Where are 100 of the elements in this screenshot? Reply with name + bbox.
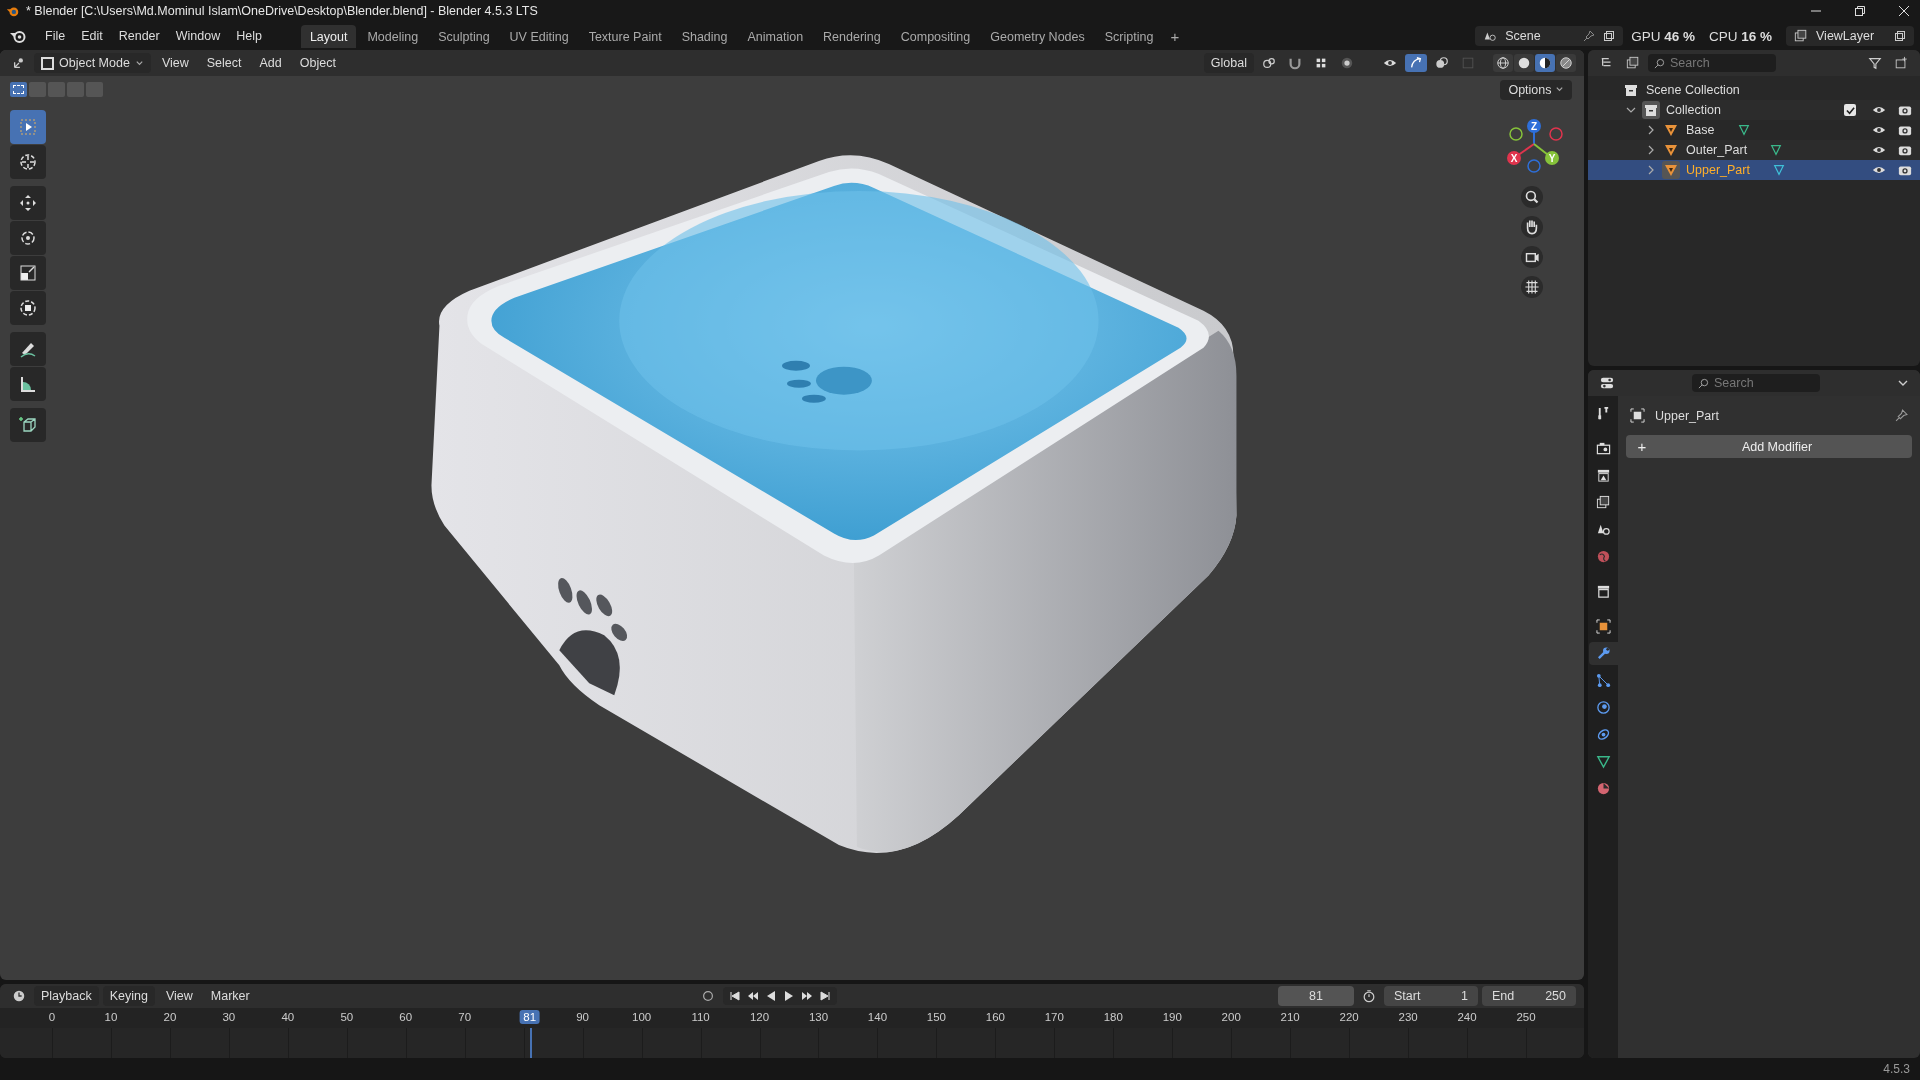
tool-button[interactable] (10, 408, 46, 442)
clock-icon[interactable] (11, 989, 27, 1003)
menu-item[interactable]: Marker (203, 986, 257, 1006)
playhead-frame[interactable]: 81 (519, 1010, 541, 1024)
zoom-icon[interactable] (1521, 186, 1543, 208)
overlays-icon[interactable] (1434, 56, 1450, 70)
workspace-tab[interactable]: Rendering (814, 24, 890, 48)
gizmo-toggle[interactable] (1405, 54, 1427, 72)
menu-item[interactable]: Select (199, 53, 249, 73)
object-name: Upper_Part (1686, 163, 1750, 177)
outliner-row[interactable]: Upper_Part (1588, 160, 1920, 180)
exclude-checkbox[interactable] (1844, 104, 1856, 116)
menu-item[interactable]: Window (168, 26, 228, 46)
object-name: Upper_Part (1655, 408, 1719, 423)
caret-icon (1555, 85, 1564, 94)
search-field[interactable]: Search (1692, 374, 1820, 392)
menu-item[interactable]: Object (292, 53, 343, 73)
toggles-icon[interactable] (1599, 376, 1615, 390)
start-frame-field[interactable]: Start 1 (1384, 986, 1478, 1006)
workspace-tab[interactable]: Modeling (358, 24, 428, 48)
new-collection-icon[interactable] (1893, 56, 1909, 70)
selection-mode-button[interactable] (10, 82, 27, 97)
menu-item[interactable]: File (38, 26, 73, 46)
duplicate-icon[interactable] (1894, 30, 1906, 42)
stopwatch-icon[interactable] (1361, 989, 1377, 1003)
menu-item[interactable]: Edit (74, 26, 110, 46)
app-logo-icon[interactable] (10, 28, 26, 44)
workspace-tab[interactable]: Scripting (1095, 24, 1163, 48)
jump-end-icon[interactable] (819, 990, 832, 1002)
object-icon (1630, 408, 1645, 423)
pin-icon[interactable] (1895, 409, 1908, 422)
workspace-tab[interactable]: Layout (300, 24, 357, 48)
properties-tab[interactable] (1588, 642, 1618, 665)
menu-item[interactable]: View (154, 53, 196, 73)
filter-icon[interactable] (1867, 56, 1883, 70)
shading-button[interactable] (1535, 54, 1555, 72)
tool-button[interactable] (10, 145, 46, 179)
menu-item[interactable]: Render (111, 26, 167, 46)
grid-icon[interactable] (1521, 276, 1543, 298)
window-title: * Blender [C:\Users\Md.Mominul Islam\OneDrive\Desktop\Blender.blend] - Blender 4.5.3 LTS (26, 4, 538, 18)
tool-button[interactable] (10, 291, 46, 325)
tool-button[interactable] (10, 256, 46, 290)
ruler-icon (18, 374, 38, 394)
workspace-tab[interactable]: Animation (738, 24, 813, 48)
end-frame-field[interactable]: End 250 (1482, 986, 1576, 1006)
menu-item[interactable]: Add (252, 53, 289, 73)
outliner-row[interactable]: Outer_Part (1588, 140, 1920, 160)
orientation-dropdown[interactable]: Global (1203, 53, 1254, 73)
frame-label: 200 (1221, 1011, 1241, 1023)
next-keyframe-icon[interactable] (801, 990, 814, 1002)
pivot-icon[interactable] (1261, 56, 1277, 70)
add-modifier-button[interactable]: + Add Modifier (1626, 435, 1912, 458)
outliner-row[interactable]: Scene Collection (1588, 80, 1920, 100)
camera-icon[interactable] (1521, 246, 1543, 268)
mesh-data-icon[interactable] (1771, 163, 1786, 177)
search-field[interactable]: Search (1648, 54, 1776, 72)
workspace-tab[interactable]: Geometry Nodes (981, 24, 1094, 48)
play-reverse-icon[interactable] (765, 990, 778, 1002)
mesh-data-icon[interactable] (1769, 143, 1784, 157)
add-workspace-button[interactable]: + (1164, 24, 1186, 48)
search-icon (1698, 378, 1709, 389)
object-name: Base (1686, 123, 1715, 137)
workspace-tab[interactable]: Shading (672, 24, 737, 48)
workspace-tab[interactable]: Compositing (891, 24, 980, 48)
workspace-tab[interactable]: Texture Paint (579, 24, 671, 48)
proportional-icon[interactable] (1339, 56, 1355, 70)
expanded-chevron-icon[interactable] (1626, 105, 1636, 115)
mode-dropdown[interactable]: Object Mode (34, 53, 151, 73)
shading-button[interactable] (1556, 54, 1576, 72)
menu-item[interactable]: Playback (34, 986, 99, 1006)
hand-icon[interactable] (1521, 216, 1543, 238)
workspace-tab[interactable]: Sculpting (429, 24, 499, 48)
options-dropdown[interactable]: Options (1500, 80, 1572, 100)
workspace-tab[interactable]: UV Editing (500, 24, 578, 48)
frame-label: 250 (1516, 1011, 1536, 1023)
tool-button[interactable] (10, 332, 46, 366)
shading-button[interactable] (1493, 54, 1513, 72)
jump-start-icon[interactable] (729, 990, 742, 1002)
mesh-data-icon[interactable] (1736, 123, 1751, 137)
menu-item[interactable]: Help (229, 26, 269, 46)
outliner-row[interactable]: Collection (1588, 100, 1920, 120)
duplicate-icon[interactable] (1603, 30, 1616, 42)
tool-button[interactable] (10, 186, 46, 220)
restore-icon[interactable] (1854, 5, 1866, 17)
tool-button[interactable] (10, 221, 46, 255)
axis-gizmo[interactable]: Z X Y (1486, 114, 1582, 178)
view-layer-selector[interactable]: ViewLayer (1786, 26, 1914, 46)
pin-icon[interactable] (1583, 30, 1596, 42)
scene-selector[interactable]: Scene (1475, 26, 1624, 46)
shading-button[interactable] (1514, 54, 1534, 72)
tool-button[interactable] (10, 367, 46, 401)
frame-label: 100 (632, 1011, 652, 1023)
menu-item[interactable]: View (158, 986, 200, 1006)
close-icon[interactable] (1898, 5, 1910, 17)
magnet-icon[interactable] (1287, 56, 1303, 70)
previous-keyframe-icon[interactable] (747, 990, 760, 1002)
current-frame-field[interactable]: 81 (1278, 986, 1354, 1006)
outliner-row[interactable]: Base (1588, 120, 1920, 140)
images-icon[interactable] (1625, 56, 1641, 70)
menu-item[interactable]: Keying (102, 986, 155, 1006)
